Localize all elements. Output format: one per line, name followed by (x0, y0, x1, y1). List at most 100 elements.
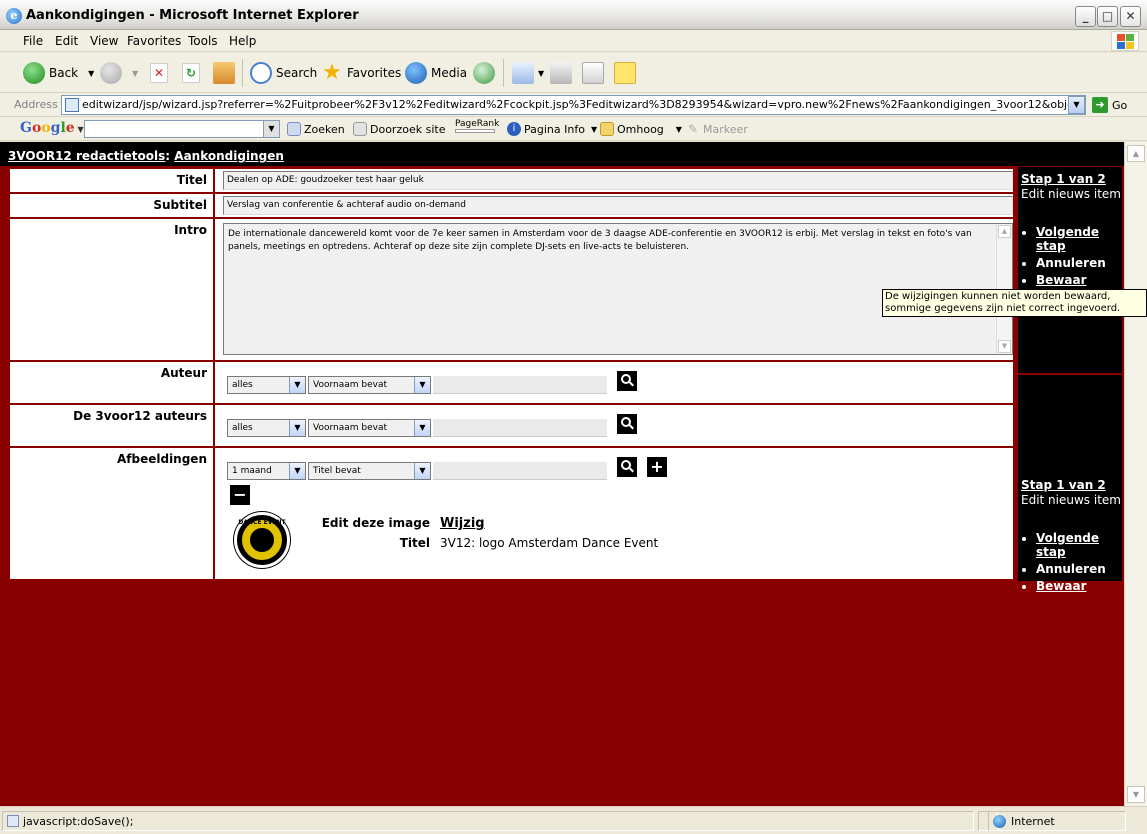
stop-button[interactable]: ✕ (150, 60, 172, 86)
back-button[interactable]: Back ▼ (23, 60, 94, 86)
menu-edit[interactable]: Edit (55, 34, 78, 48)
menu-view[interactable]: View (90, 34, 118, 48)
auteur-label: Auteur (160, 366, 207, 380)
volgende-stap-link[interactable]: Volgende stap (1036, 225, 1099, 253)
auteurs-3voor12-label: De 3voor12 auteurs (73, 409, 207, 423)
back-dropdown-icon[interactable]: ▼ (88, 69, 94, 78)
pagina-info-button[interactable]: i Pagina Info ▼ (507, 122, 597, 136)
edit-image-label: Edit deze image (321, 516, 430, 530)
address-dropdown-icon[interactable]: ▼ (1068, 96, 1085, 114)
stap-link-bottom[interactable]: Stap 1 van 2 (1021, 478, 1106, 492)
stap-subtitle-bottom: Edit nieuws item (1021, 493, 1121, 507)
internet-globe-icon (993, 815, 1006, 828)
afbeeldingen-field-select[interactable]: Titel bevat ▼ (308, 462, 431, 480)
favorites-button[interactable]: ★ Favorites (321, 60, 401, 86)
markeer-button[interactable]: ✎ Markeer (686, 122, 748, 136)
side-panel-top: Stap 1 van 2 Edit nieuws item Volgende s… (1018, 167, 1122, 373)
scroll-up-arrow-icon[interactable]: ▲ (1127, 145, 1145, 162)
google-doorzoek-site-button[interactable]: Doorzoek site (353, 122, 445, 136)
status-bar: javascript:doSave(); Internet (0, 806, 1147, 834)
pagerank-bar (455, 129, 495, 133)
auteurs-3voor12-row: De 3voor12 auteurs alles ▼ Voornaam bevat… (10, 405, 1013, 446)
pagerank-indicator[interactable]: PageRank (455, 119, 499, 133)
go-button[interactable]: ➜ Go (1092, 97, 1127, 113)
auteur-period-select[interactable]: alles ▼ (227, 376, 306, 394)
breadcrumb-root-link[interactable]: 3VOOR12 redactietools (8, 149, 165, 163)
google-search-dropdown-icon[interactable]: ▼ (263, 121, 279, 137)
auteurs-3voor12-search-input[interactable] (433, 419, 607, 437)
auteurs-3voor12-search-button[interactable] (617, 414, 637, 434)
search-button[interactable]: Search (250, 60, 317, 86)
close-button[interactable]: ✕ (1120, 6, 1141, 27)
plus-icon: + (650, 457, 664, 476)
side-actions-bottom: Volgende stap Annuleren Bewaar (1018, 531, 1122, 596)
forward-button[interactable]: ▼ (100, 60, 138, 86)
windows-logo-icon (1111, 31, 1139, 51)
annuleren-link[interactable]: Annuleren (1036, 256, 1106, 270)
auteur-search-button[interactable] (617, 371, 637, 391)
refresh-button[interactable]: ↻ (182, 60, 204, 86)
afbeeldingen-row: Afbeeldingen 1 maand ▼ Titel bevat ▼ + − D… (10, 448, 1013, 579)
note-icon (614, 62, 636, 84)
titel-row: Titel Dealen op ADE: goudzoeker test haa… (10, 169, 1013, 192)
address-input[interactable]: editwizard/jsp/wizard.jsp?referrer=%2Fui… (61, 95, 1086, 115)
history-button[interactable] (473, 60, 499, 86)
wijzig-link[interactable]: Wijzig (440, 516, 485, 531)
stap-link-top[interactable]: Stap 1 van 2 (1021, 172, 1106, 186)
highlighter-icon: ✎ (687, 122, 699, 136)
google-logo[interactable]: Google ▼ (20, 120, 84, 136)
binoculars-icon (287, 122, 301, 136)
messenger-button[interactable] (614, 60, 640, 86)
chevron-down-icon: ▼ (289, 420, 305, 436)
page-icon (7, 815, 19, 827)
afbeeldingen-search-input[interactable] (433, 462, 607, 480)
intro-label: Intro (174, 223, 207, 237)
subtitel-input[interactable]: Verslag van conferentie & achteraf audio… (223, 196, 1013, 215)
titel-input[interactable]: Dealen op ADE: goudzoeker test haar gelu… (223, 171, 1013, 190)
chevron-down-icon: ▼ (289, 377, 305, 393)
breadcrumb: 3VOOR12 redactietools: Aankondigingen (0, 142, 1124, 166)
go-arrow-icon: ➜ (1092, 97, 1108, 113)
print-button[interactable] (550, 60, 576, 86)
auteurs-3voor12-period-select[interactable]: alles ▼ (227, 419, 306, 437)
folder-up-icon (600, 122, 614, 136)
afbeeldingen-period-select[interactable]: 1 maand ▼ (227, 462, 306, 480)
home-button[interactable] (213, 60, 239, 86)
google-zoeken-button[interactable]: Zoeken (287, 122, 345, 136)
refresh-icon: ↻ (182, 63, 200, 83)
breadcrumb-current-link[interactable]: Aankondigingen (174, 149, 284, 163)
subtitel-row: Subtitel Verslag van conferentie & achte… (10, 194, 1013, 217)
volgende-stap-link[interactable]: Volgende stap (1036, 531, 1099, 559)
validation-tooltip: De wijzigingen kunnen niet worden bewaar… (882, 289, 1147, 317)
minimize-button[interactable]: _ (1075, 6, 1096, 27)
maximize-button[interactable]: □ (1097, 6, 1118, 27)
annuleren-link[interactable]: Annuleren (1036, 562, 1106, 576)
search-icon (250, 62, 272, 84)
afbeeldingen-search-button[interactable] (617, 457, 637, 477)
menu-file[interactable]: File (23, 34, 43, 48)
minus-icon: − (233, 485, 247, 504)
media-button[interactable]: Media (405, 60, 467, 86)
forward-dropdown-icon[interactable]: ▼ (132, 69, 138, 78)
bewaar-link[interactable]: Bewaar (1036, 273, 1086, 287)
auteurs-3voor12-field-select[interactable]: Voornaam bevat ▼ (308, 419, 431, 437)
google-search-input[interactable]: ▼ (84, 120, 280, 138)
edit-button[interactable] (582, 60, 608, 86)
ie-icon: e (6, 8, 22, 24)
auteur-field-select[interactable]: Voornaam bevat ▼ (308, 376, 431, 394)
edit-page-icon (582, 62, 604, 84)
omhoog-button[interactable]: Omhoog ▼ (600, 122, 682, 136)
mail-button[interactable]: ▼ (512, 60, 544, 86)
add-image-button[interactable]: + (647, 457, 667, 477)
remove-image-button[interactable]: − (230, 485, 250, 505)
mail-icon (512, 62, 534, 84)
stap-subtitle-top: Edit nieuws item (1021, 187, 1121, 201)
page-scrollbar[interactable]: ▲ ▼ (1124, 142, 1147, 806)
menu-favorites[interactable]: Favorites (127, 34, 181, 48)
mail-dropdown-icon[interactable]: ▼ (538, 69, 544, 78)
auteur-search-input[interactable] (433, 376, 607, 394)
menu-help[interactable]: Help (229, 34, 256, 48)
menu-tools[interactable]: Tools (188, 34, 218, 48)
bewaar-link[interactable]: Bewaar (1036, 579, 1086, 593)
scroll-down-arrow-icon[interactable]: ▼ (1127, 786, 1145, 803)
